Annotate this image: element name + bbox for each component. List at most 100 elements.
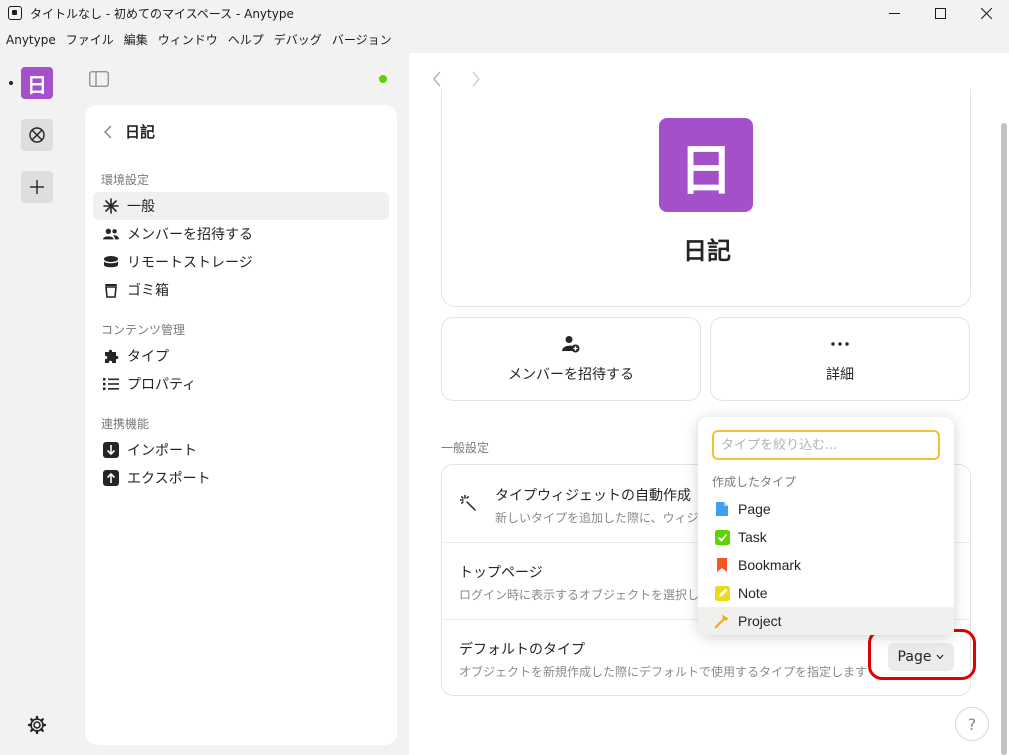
space-icon-nikki[interactable]: 日 <box>21 67 53 99</box>
window-controls <box>871 0 1009 26</box>
storage-icon <box>103 254 119 270</box>
members-icon <box>103 226 119 242</box>
maximize-icon <box>934 7 946 19</box>
close-button[interactable] <box>963 0 1009 26</box>
active-space-indicator <box>9 81 13 85</box>
gear-icon <box>27 715 47 735</box>
setting-title: タイプウィジェットの自動作成 <box>495 488 691 504</box>
space-settings-panel: 日記 環境設定 一般 メンバーを招待する リモートストレージ ゴミ箱 コンテンツ… <box>85 105 397 745</box>
trash-icon <box>103 282 119 298</box>
minimize-icon <box>888 12 900 14</box>
nav-label: リモートストレージ <box>127 255 253 271</box>
type-option-project[interactable]: Project <box>698 607 954 635</box>
menu-window[interactable]: ウィンドウ <box>158 31 218 48</box>
menu-help[interactable]: ヘルプ <box>228 31 264 48</box>
magic-wand-icon <box>459 494 476 511</box>
plus-icon <box>30 180 44 194</box>
nav-label: エクスポート <box>127 471 211 487</box>
puzzle-icon <box>103 348 119 364</box>
list-icon <box>103 376 119 392</box>
nav-label: ゴミ箱 <box>127 283 169 299</box>
nav-item-remote-storage[interactable]: リモートストレージ <box>93 248 389 276</box>
sync-status-indicator[interactable] <box>379 75 387 83</box>
vault-rail: 日 <box>0 53 73 755</box>
type-option-label: Project <box>738 613 782 629</box>
nav-item-trash[interactable]: ゴミ箱 <box>93 276 389 304</box>
nav-item-types[interactable]: タイプ <box>93 342 389 370</box>
chevron-left-icon <box>103 124 112 139</box>
action-label: 詳細 <box>826 367 854 383</box>
close-icon <box>980 7 992 19</box>
action-label: メンバーを招待する <box>508 367 634 383</box>
note-icon <box>714 585 730 601</box>
setting-title: デフォルトのタイプ <box>459 642 585 658</box>
invite-members-button[interactable]: メンバーを招待する <box>441 317 701 401</box>
section-label-preferences: 環境設定 <box>101 173 150 187</box>
maximize-button[interactable] <box>917 0 963 26</box>
details-button[interactable]: 詳細 <box>710 317 970 401</box>
setting-description: 新しいタイプを追加した際に、ウィジ <box>495 511 699 525</box>
hammer-icon <box>714 613 730 629</box>
bookmark-icon <box>714 557 730 573</box>
menu-debug[interactable]: デバッグ <box>274 31 322 48</box>
nav-label: メンバーを招待する <box>127 227 253 243</box>
nav-item-invite-members[interactable]: メンバーを招待する <box>93 220 389 248</box>
anytype-app-icon <box>8 6 22 20</box>
export-icon <box>103 470 119 486</box>
setting-description: ログイン時に表示するオブジェクトを選択し <box>459 588 700 602</box>
menu-anytype[interactable]: Anytype <box>6 33 56 47</box>
setting-description: オブジェクトを新規作成した際にデフォルトで使用するタイプを指定します <box>459 665 868 679</box>
sidebar-toggle-button[interactable] <box>89 71 109 87</box>
more-icon <box>831 334 849 354</box>
type-option-task[interactable]: Task <box>698 523 954 551</box>
space-icon-large[interactable]: 日 <box>659 118 753 212</box>
section-label-content-management: コンテンツ管理 <box>101 323 186 337</box>
scrollbar[interactable] <box>1001 123 1007 755</box>
space-name[interactable]: 日記 <box>442 231 972 266</box>
nav-label: プロパティ <box>127 377 197 393</box>
import-icon <box>103 442 119 458</box>
help-button[interactable]: ? <box>955 707 989 741</box>
nav-item-import[interactable]: インポート <box>93 436 389 464</box>
task-checkbox-icon <box>714 529 730 545</box>
nav-label: 一般 <box>127 199 155 215</box>
type-option-note[interactable]: Note <box>698 579 954 607</box>
nav-label: タイプ <box>127 349 169 365</box>
chevron-right-icon <box>472 71 480 87</box>
app-settings-button[interactable] <box>25 713 49 737</box>
main-content: 日 日記 メンバーを招待する 詳細 一般設定 タイプウィジェットの自動作成 新し… <box>409 53 1009 755</box>
gallery-button[interactable] <box>21 119 53 151</box>
type-select-dropdown: 作成したタイプ Page Task Bookmark Note Project <box>698 417 954 635</box>
type-option-label: Bookmark <box>738 557 802 573</box>
type-option-bookmark[interactable]: Bookmark <box>698 551 954 579</box>
back-button[interactable] <box>101 124 115 139</box>
menu-edit[interactable]: 編集 <box>124 31 148 48</box>
highlight-annotation <box>868 629 976 680</box>
type-option-page[interactable]: Page <box>698 495 954 523</box>
window-title: タイトルなし - 初めてのマイスペース - Anytype <box>30 6 294 21</box>
type-filter-input[interactable] <box>712 430 940 460</box>
type-option-label: Task <box>738 529 767 545</box>
add-space-button[interactable] <box>21 171 53 203</box>
nav-item-properties[interactable]: プロパティ <box>93 370 389 398</box>
title-bar: タイトルなし - 初めてのマイスペース - Anytype <box>0 0 1009 26</box>
nav-item-general[interactable]: 一般 <box>93 192 389 220</box>
settings-title: 日記 <box>125 123 156 141</box>
history-back-button[interactable] <box>427 69 447 89</box>
menu-version[interactable]: バージョン <box>332 31 392 48</box>
space-info-card: 日 日記 <box>441 89 971 307</box>
general-settings-label: 一般設定 <box>441 441 490 455</box>
gallery-icon <box>29 127 45 143</box>
nav-item-export[interactable]: エクスポート <box>93 464 389 492</box>
settings-sidebar-area: 日記 環境設定 一般 メンバーを招待する リモートストレージ ゴミ箱 コンテンツ… <box>73 53 409 755</box>
history-forward-button[interactable] <box>466 69 486 89</box>
minimize-button[interactable] <box>871 0 917 26</box>
menu-bar: Anytype ファイル 編集 ウィンドウ ヘルプ デバッグ バージョン <box>0 26 1009 53</box>
page-icon <box>714 501 730 517</box>
menu-file[interactable]: ファイル <box>66 31 114 48</box>
add-member-icon <box>562 334 580 354</box>
sparkle-icon <box>103 198 119 214</box>
type-option-label: Note <box>738 585 768 601</box>
section-label-integrations: 連携機能 <box>101 417 150 431</box>
dropdown-section-label: 作成したタイプ <box>712 475 797 489</box>
